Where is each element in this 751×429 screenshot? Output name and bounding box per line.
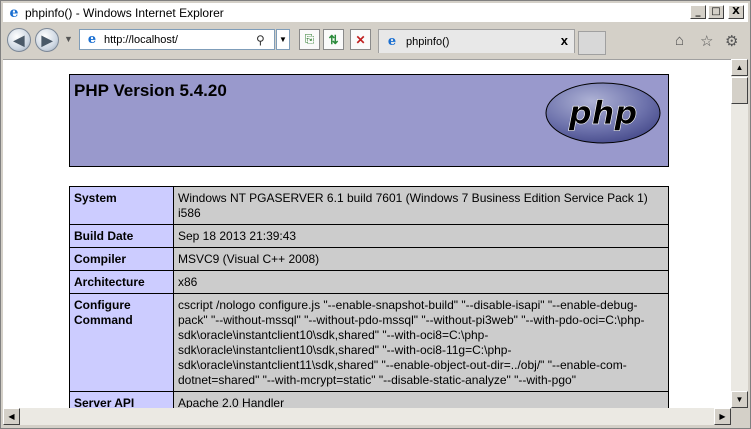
row-key: Configure Command <box>69 293 174 392</box>
recent-pages-dropdown-icon[interactable]: ▼ <box>64 34 73 44</box>
page-title: PHP Version 5.4.20 <box>74 81 227 100</box>
refresh-button[interactable]: ⇅ <box>323 29 344 50</box>
browser-window: e phpinfo() - Windows Internet Explorer … <box>0 0 751 429</box>
scroll-down-icon[interactable]: ▼ <box>731 391 748 408</box>
scrollbar-corner <box>731 408 748 425</box>
compatibility-view-button[interactable]: ⎘ <box>299 29 320 50</box>
tab-close-icon[interactable]: x <box>561 33 568 48</box>
back-button[interactable]: ◀ <box>7 28 31 52</box>
table-row: Build Date Sep 18 2013 21:39:43 <box>69 224 669 248</box>
row-value: Apache 2.0 Handler <box>173 391 669 408</box>
scroll-left-icon[interactable]: ◀ <box>3 408 20 425</box>
table-row: Server API Apache 2.0 Handler <box>69 391 669 408</box>
table-row: System Windows NT PGASERVER 6.1 build 76… <box>69 186 669 225</box>
php-logo-icon: php <box>545 82 661 144</box>
table-row: Compiler MSVC9 (Visual C++ 2008) <box>69 247 669 271</box>
title-bar: e phpinfo() - Windows Internet Explorer … <box>3 3 748 22</box>
page-content: PHP Version 5.4.20 php System Windows NT… <box>3 59 731 408</box>
maximize-button[interactable]: □ <box>708 5 724 19</box>
scroll-right-icon[interactable]: ▶ <box>714 408 731 425</box>
row-key: Build Date <box>69 224 174 248</box>
vertical-scrollbar[interactable]: ▲ ▼ <box>731 59 748 408</box>
compatibility-icon: ⎘ <box>304 32 315 46</box>
row-value: cscript /nologo configure.js "--enable-s… <box>173 293 669 392</box>
back-arrow-icon: ◀ <box>13 31 25 48</box>
horizontal-scrollbar[interactable]: ◀ ▶ <box>3 408 731 425</box>
row-value: x86 <box>173 270 669 294</box>
page-icon: e <box>87 32 97 47</box>
row-key: Architecture <box>69 270 174 294</box>
scroll-up-icon[interactable]: ▲ <box>731 59 748 76</box>
row-value: Sep 18 2013 21:39:43 <box>173 224 669 248</box>
stop-button[interactable]: ✕ <box>350 29 371 50</box>
php-logo-text: php <box>568 94 638 132</box>
window-title: phpinfo() - Windows Internet Explorer <box>25 5 224 20</box>
tab-phpinfo[interactable]: e phpinfo() x <box>378 29 575 53</box>
tab-label: phpinfo() <box>406 35 450 48</box>
stop-icon: ✕ <box>355 32 366 47</box>
address-bar[interactable]: e ⚲ <box>79 29 275 50</box>
forward-arrow-icon: ▶ <box>41 31 53 48</box>
tools-gear-icon[interactable]: ⚙ <box>725 32 738 50</box>
minimize-button[interactable]: _ <box>690 5 706 19</box>
address-dropdown-icon[interactable]: ▼ <box>276 29 290 50</box>
php-header: PHP Version 5.4.20 php <box>69 74 669 167</box>
table-row: Configure Command cscript /nologo config… <box>69 293 669 392</box>
row-key: Server API <box>69 391 174 408</box>
forward-button[interactable]: ▶ <box>35 28 59 52</box>
row-key: System <box>69 186 174 225</box>
row-value: Windows NT PGASERVER 6.1 build 7601 (Win… <box>173 186 669 225</box>
close-button[interactable]: X <box>728 5 744 19</box>
navigation-toolbar: ◀ ▶ ▼ e ⚲ ▼ ⎘ ⇅ ✕ e phpinfo() x ⌂ ☆ ⚙ <box>3 23 748 59</box>
row-value: MSVC9 (Visual C++ 2008) <box>173 247 669 271</box>
address-input[interactable] <box>104 33 254 46</box>
scroll-thumb[interactable] <box>731 77 748 104</box>
window-controls: _ □ X <box>690 5 744 19</box>
table-row: Architecture x86 <box>69 270 669 294</box>
ie-logo-icon: e <box>9 4 19 21</box>
favorites-star-icon[interactable]: ☆ <box>700 32 713 50</box>
home-icon[interactable]: ⌂ <box>675 32 684 49</box>
refresh-icon: ⇅ <box>328 32 339 47</box>
info-table: System Windows NT PGASERVER 6.1 build 76… <box>69 186 669 408</box>
tab-page-icon: e <box>387 34 397 49</box>
new-tab-button[interactable] <box>578 31 606 55</box>
row-key: Compiler <box>69 247 174 271</box>
search-icon[interactable]: ⚲ <box>256 33 265 47</box>
